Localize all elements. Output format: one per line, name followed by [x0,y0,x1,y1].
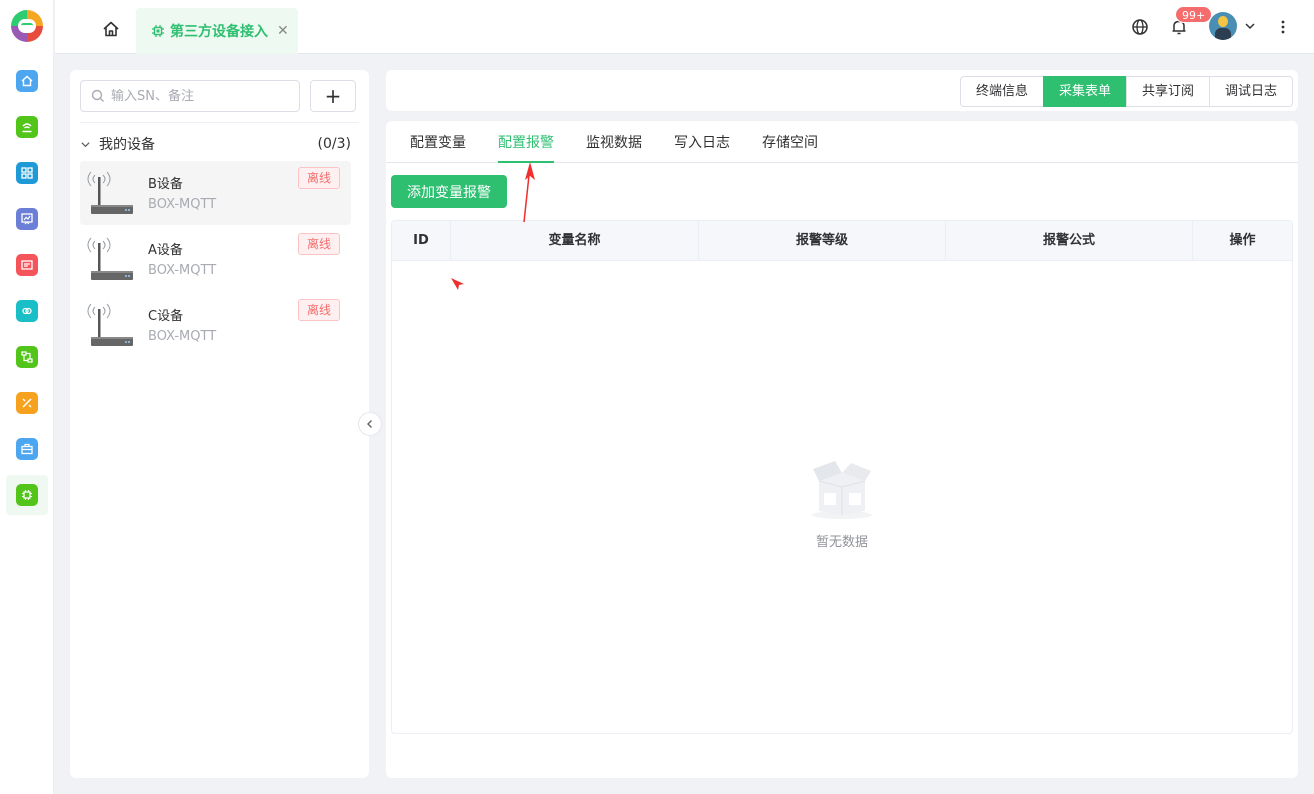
segment-terminal-info[interactable]: 终端信息 [959,76,1044,107]
group-title: 我的设备 [99,137,155,153]
device-group-header[interactable]: 我的设备 (0/3) [80,132,351,156]
app-rail [0,0,54,794]
home-icon[interactable] [101,19,121,39]
device-panel: + 我的设备 (0/3) B设备 BOX-MQTT 离线 A设备 BOX-MQT… [70,70,369,778]
rail-apps-icon[interactable] [6,153,48,193]
chip-icon [152,25,164,37]
device-name: A设备 [148,243,183,258]
rail-device-icon[interactable] [6,245,48,285]
view-switcher-bar: 终端信息 采集表单 共享订阅 调试日志 [386,70,1298,111]
globe-icon[interactable] [1131,18,1149,40]
divider [80,122,359,123]
device-item[interactable]: B设备 BOX-MQTT 离线 [80,161,351,225]
close-icon[interactable]: ✕ [277,23,289,39]
rail-chart-icon[interactable] [6,199,48,239]
device-model: BOX-MQTT [148,263,217,278]
search-icon [91,89,104,102]
device-name: B设备 [148,177,183,192]
rail-tools-icon[interactable] [6,383,48,423]
annotation-arrow-icon [451,278,464,290]
tab-label: 第三方设备接入 [170,24,268,40]
column-header: ID [392,221,451,261]
tab-write-log[interactable]: 写入日志 [674,132,730,163]
tab-bar: 配置变量 配置报警 监视数据 写入日志 存储空间 [386,121,1298,163]
tab-third-party-device[interactable]: 第三方设备接入 ✕ [136,8,298,54]
empty-box-icon [812,461,872,519]
status-badge: 离线 [297,167,340,189]
rail-network-icon[interactable] [6,107,48,147]
search-box [80,80,300,112]
router-icon [80,227,138,291]
segment-debug-log[interactable]: 调试日志 [1208,76,1293,107]
device-item[interactable]: C设备 BOX-MQTT 离线 [80,293,351,357]
rail-home-icon[interactable] [6,61,48,101]
column-header: 操作 [1229,233,1256,248]
rail-link-icon[interactable] [6,291,48,331]
rail-flow-icon[interactable] [6,337,48,377]
status-badge: 离线 [297,299,340,321]
empty-state: 暂无数据 [392,453,1292,550]
chevron-down-icon[interactable] [1244,20,1256,36]
empty-text: 暂无数据 [815,535,868,550]
device-model: BOX-MQTT [148,329,217,344]
device-name: C设备 [148,309,184,324]
top-bar: 第三方设备接入 ✕ [55,0,1314,54]
chevron-down-icon [81,141,90,147]
group-count: (0/3) [317,136,351,152]
tab-config-alarm[interactable]: 配置报警 [498,132,554,163]
tab-config-variables[interactable]: 配置变量 [410,132,466,163]
avatar[interactable] [1209,12,1237,40]
router-icon [80,161,138,225]
notification-badge: 99+ [1175,6,1213,23]
more-vertical-icon[interactable] [1280,18,1286,40]
status-badge: 离线 [297,233,340,255]
collapse-panel-button[interactable] [358,412,382,436]
add-variable-alarm-button[interactable]: 添加变量报警 [391,175,507,208]
add-device-button[interactable]: + [310,80,356,112]
annotation-arrow-icon [523,162,535,223]
device-model: BOX-MQTT [148,197,217,212]
rail-chip-icon[interactable] [6,475,48,515]
segment-shared-subscription[interactable]: 共享订阅 [1125,76,1210,107]
view-switcher: 终端信息 采集表单 共享订阅 调试日志 [959,76,1293,107]
rail-briefcase-icon[interactable] [6,429,48,469]
segment-collection-form[interactable]: 采集表单 [1042,76,1127,107]
chevron-left-icon [367,420,372,428]
device-item[interactable]: A设备 BOX-MQTT 离线 [80,227,351,291]
tab-monitor-data[interactable]: 监视数据 [586,132,642,163]
app-logo[interactable] [11,10,43,42]
column-header: 变量名称 [451,221,699,261]
router-icon [80,293,138,357]
column-header: 报警公式 [946,221,1193,261]
search-input[interactable] [111,88,291,104]
column-header: 报警等级 [699,221,946,261]
tab-storage[interactable]: 存储空间 [762,132,818,163]
alarm-table: ID 变量名称 报警等级 报警公式 操作 暂无数据 [391,220,1293,734]
table-header: ID 变量名称 报警等级 报警公式 操作 [392,221,1292,261]
